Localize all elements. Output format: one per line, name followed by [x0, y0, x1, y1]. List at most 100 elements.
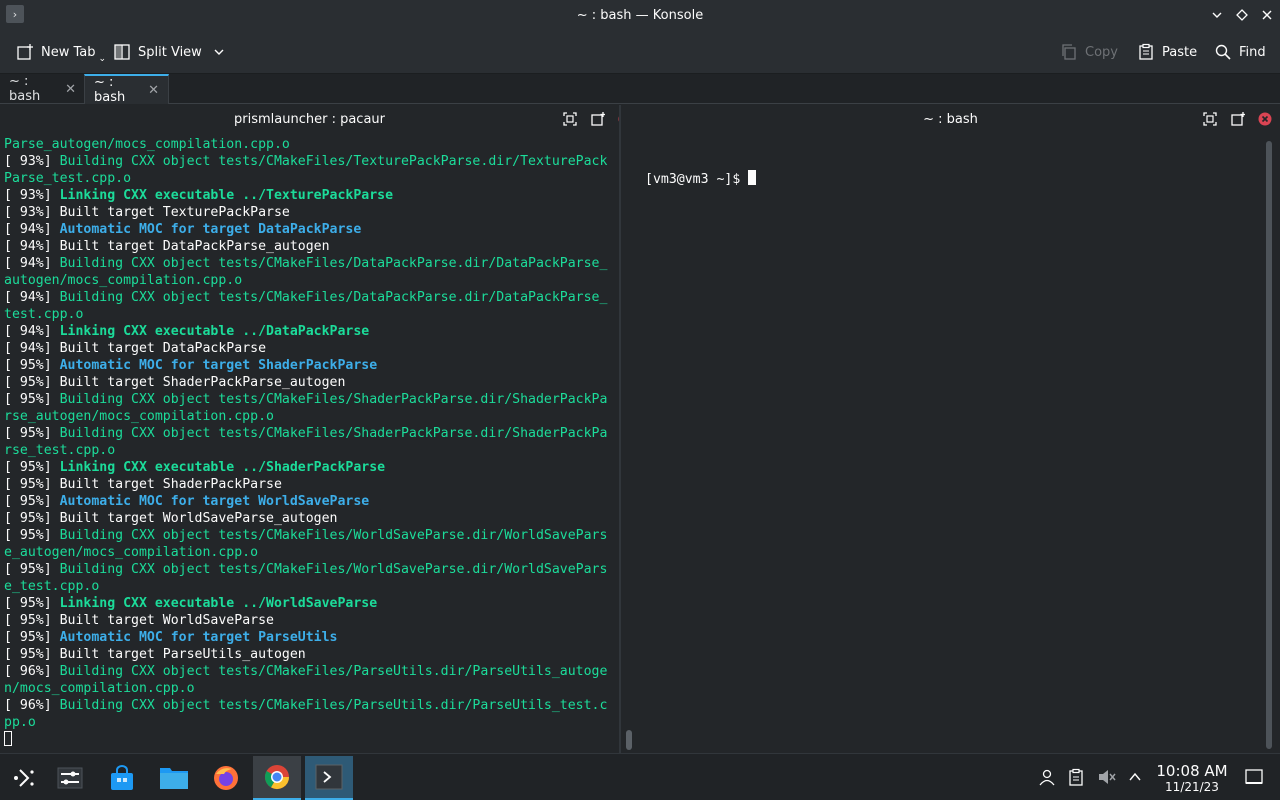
terminal-line: rse_autogen/mocs_compilation.cpp.o — [4, 408, 607, 425]
terminal-cursor — [4, 731, 12, 746]
close-tab-icon[interactable]: ✕ — [148, 83, 159, 98]
copy-button[interactable]: Copy — [1060, 38, 1118, 66]
terminal-line-text: Automatic MOC for target DataPackParse — [59, 222, 362, 237]
progress-prefix: [ 95%] — [4, 630, 60, 645]
terminal-line: [ 93%] Linking CXX executable ../Texture… — [4, 187, 607, 204]
terminal-line: [ 95%] Linking CXX executable ../WorldSa… — [4, 595, 607, 612]
pane-title: ~ : bash — [923, 111, 978, 127]
progress-prefix: [ 95%] — [4, 460, 60, 475]
digital-clock[interactable]: 10:08 AM 11/21/23 — [1148, 762, 1236, 794]
terminal-line: [ 95%] Built target ShaderPackParse_auto… — [4, 374, 607, 391]
chevron-down-icon[interactable] — [213, 46, 225, 58]
progress-prefix: [ 94%] — [4, 324, 60, 339]
shopping-bag-icon — [111, 765, 133, 790]
terminal-line: e_autogen/mocs_compilation.cpp.o — [4, 544, 607, 561]
progress-prefix: [ 94%] — [4, 222, 60, 237]
close-window-button[interactable] — [1256, 4, 1278, 26]
tab-bash-2[interactable]: ~ : bash ✕ — [84, 74, 169, 105]
close-pane-icon[interactable] — [1257, 111, 1273, 127]
scrollbar-handle[interactable] — [626, 730, 632, 750]
find-button[interactable]: Find — [1214, 38, 1266, 66]
dolphin-files-taskbar-button[interactable] — [150, 756, 198, 800]
terminal-line-text: Linking CXX executable ../ShaderPackPars… — [59, 460, 386, 475]
terminal-line: [ 94%] Built target DataPackParse — [4, 340, 607, 357]
terminal-line: [ 95%] Built target ParseUtils_autogen — [4, 646, 607, 663]
system-settings-taskbar-button[interactable] — [46, 756, 94, 800]
user-icon[interactable] — [1036, 766, 1058, 788]
terminal-line: [ 94%] Building CXX object tests/CMakeFi… — [4, 289, 607, 306]
copy-icon — [1062, 44, 1076, 60]
show-desktop-icon[interactable] — [1243, 766, 1265, 788]
new-tab-label: New Tab — [41, 44, 96, 60]
terminal-line: [ 93%] Built target TexturePackParse — [4, 204, 607, 221]
split-view-button[interactable]: Split View — [113, 38, 225, 66]
terminal-cursor — [748, 170, 757, 185]
terminal-line-text: Building CXX object tests/CMakeFiles/Dat… — [59, 290, 608, 305]
detach-pane-icon[interactable] — [590, 111, 606, 127]
terminal-cursor-line — [4, 731, 607, 748]
application-launcher-button[interactable] — [0, 756, 48, 800]
terminal-line-text: rse_test.cpp.o — [4, 443, 116, 458]
terminal-line: [ 94%] Linking CXX executable ../DataPac… — [4, 323, 607, 340]
terminal-line-text: autogen/mocs_compilation.cpp.o — [4, 273, 243, 288]
paste-button[interactable]: Paste — [1137, 38, 1197, 66]
terminal-output[interactable]: [vm3@vm3 ~]$ — [645, 136, 757, 221]
right-terminal-pane[interactable]: ~ : bash [vm3@vm3 ~]$ — [621, 105, 1280, 753]
maximize-pane-icon[interactable] — [1202, 111, 1218, 127]
tray-expand-chevron-up-icon[interactable] — [1124, 766, 1146, 788]
terminal-line-text: e_autogen/mocs_compilation.cpp.o — [4, 545, 259, 560]
volume-muted-icon[interactable] — [1096, 766, 1118, 788]
terminal-line-text: Built target ParseUtils_autogen — [59, 647, 306, 662]
scrollbar[interactable] — [1266, 141, 1272, 749]
tab-bash-1[interactable]: ~ : bash ✕ — [0, 74, 85, 104]
terminal-line: autogen/mocs_compilation.cpp.o — [4, 272, 607, 289]
folder-icon — [160, 768, 188, 789]
paste-icon — [1139, 43, 1153, 60]
progress-prefix: [ 95%] — [4, 392, 60, 407]
terminal-icon — [315, 764, 343, 790]
terminal-line: Parse_autogen/mocs_compilation.cpp.o — [4, 136, 607, 153]
progress-prefix: [ 93%] — [4, 188, 60, 203]
clipboard-icon[interactable] — [1065, 766, 1087, 788]
terminal-line: [ 95%] Automatic MOC for target ParseUti… — [4, 629, 607, 646]
progress-prefix: [ 93%] — [4, 205, 60, 220]
progress-prefix: [ 95%] — [4, 494, 60, 509]
terminal-output[interactable]: Parse_autogen/mocs_compilation.cpp.o[ 93… — [4, 136, 607, 748]
terminal-line-text: Automatic MOC for target ShaderPackParse — [59, 358, 378, 373]
left-terminal-pane[interactable]: prismlauncher : pacaur Parse_autogen/moc… — [0, 105, 632, 753]
progress-prefix: [ 93%] — [4, 154, 60, 169]
terminal-line-text: e_test.cpp.o — [4, 579, 100, 594]
chrome-taskbar-button[interactable] — [253, 756, 301, 800]
pane-header: ~ : bash — [621, 105, 1280, 133]
detach-pane-icon[interactable] — [1230, 111, 1246, 127]
taskbar: 10:08 AM 11/21/23 — [0, 753, 1280, 800]
close-tab-icon[interactable]: ✕ — [65, 82, 76, 97]
new-tab-button[interactable]: New Tab ⌄ — [16, 38, 106, 66]
pane-header: prismlauncher : pacaur — [0, 105, 632, 133]
terminal-line: [ 95%] Linking CXX executable ../ShaderP… — [4, 459, 607, 476]
split-view-icon — [114, 44, 130, 60]
progress-prefix: [ 94%] — [4, 239, 60, 254]
clock-time: 10:08 AM — [1156, 762, 1228, 780]
firefox-taskbar-button[interactable] — [202, 756, 250, 800]
maximize-button[interactable] — [1231, 4, 1253, 26]
terminal-line: [ 93%] Building CXX object tests/CMakeFi… — [4, 153, 607, 170]
konsole-taskbar-button[interactable] — [305, 756, 353, 800]
progress-prefix: [ 94%] — [4, 290, 60, 305]
progress-prefix: [ 95%] — [4, 511, 60, 526]
minimize-button[interactable] — [1206, 4, 1228, 26]
terminal-line: [ 96%] Building CXX object tests/CMakeFi… — [4, 663, 607, 680]
konsole-app-icon[interactable]: › — [6, 5, 24, 23]
terminal-line: test.cpp.o — [4, 306, 607, 323]
progress-prefix: [ 94%] — [4, 256, 60, 271]
discover-store-taskbar-button[interactable] — [98, 756, 146, 800]
terminal-line-text: Parse_autogen/mocs_compilation.cpp.o — [4, 137, 290, 152]
new-tab-dropdown-icon[interactable]: ⌄ — [99, 54, 107, 64]
progress-prefix: [ 95%] — [4, 375, 60, 390]
terminal-line-text: Built target TexturePackParse — [59, 205, 290, 220]
terminal-line: [ 95%] Automatic MOC for target WorldSav… — [4, 493, 607, 510]
paste-label: Paste — [1162, 44, 1198, 60]
terminal-line-text: Linking CXX executable ../DataPackParse — [59, 324, 370, 339]
terminal-line-text: Parse_test.cpp.o — [4, 171, 132, 186]
maximize-pane-icon[interactable] — [562, 111, 578, 127]
